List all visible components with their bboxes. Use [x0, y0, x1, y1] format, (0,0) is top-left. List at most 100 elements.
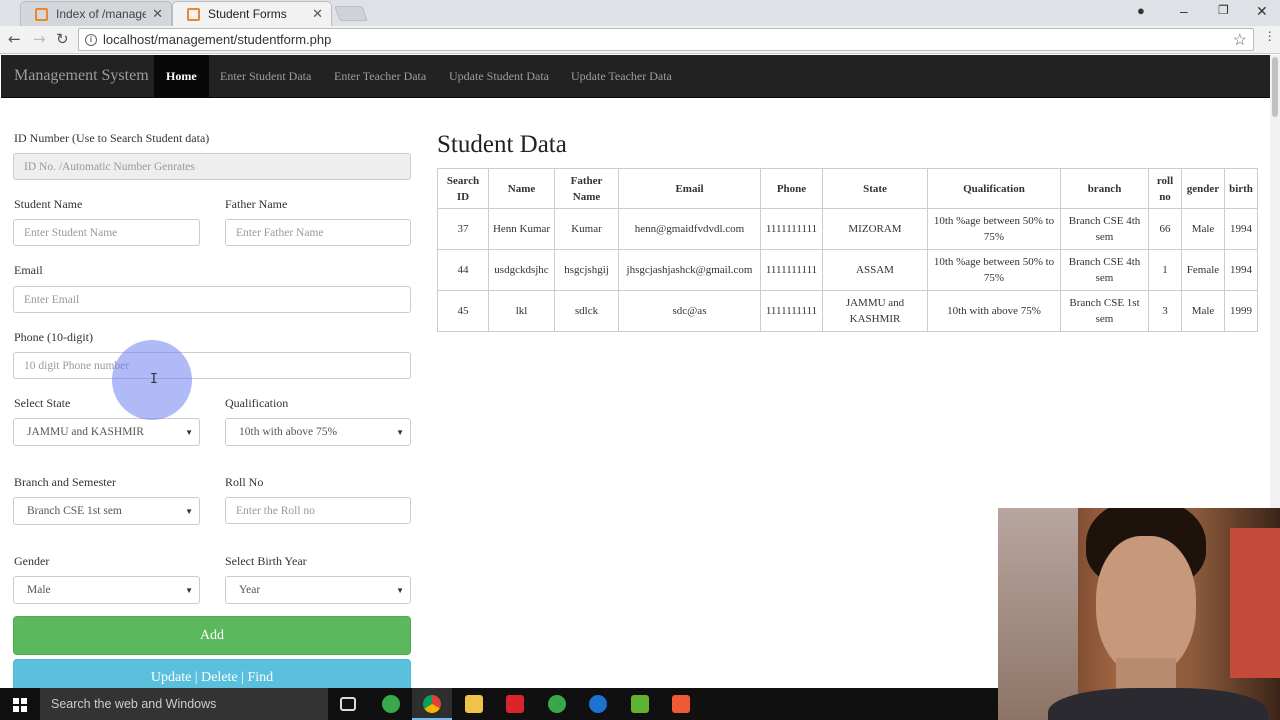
webcam-overlay: [998, 508, 1280, 720]
qualification-select[interactable]: 10th with above 75% ▼: [225, 418, 411, 446]
col-gender: gender: [1181, 168, 1225, 209]
edge-icon[interactable]: [589, 695, 607, 713]
scrollbar-thumb[interactable]: [1272, 57, 1278, 117]
cell-name: lkl: [488, 290, 555, 332]
file-explorer-icon[interactable]: [465, 695, 483, 713]
cell-state: JAMMU and KASHMIR: [822, 290, 928, 332]
col-branch: branch: [1060, 168, 1149, 209]
email-label: Email: [14, 263, 43, 277]
site-navbar: Management System Home Enter Student Dat…: [1, 55, 1270, 98]
cell-email: henn@gmaidfvdvdl.com: [618, 208, 761, 250]
col-birth: birth: [1224, 168, 1258, 209]
close-icon[interactable]: ✕: [312, 6, 323, 22]
task-view-icon[interactable]: [340, 697, 356, 711]
cell-gender: Male: [1181, 208, 1225, 250]
col-name: Name: [488, 168, 555, 209]
cell-roll-no: 3: [1148, 290, 1182, 332]
caret-down-icon: ▼: [185, 586, 193, 595]
id-label: ID Number (Use to Search Student data): [14, 131, 210, 145]
close-icon[interactable]: ✕: [152, 6, 163, 22]
forward-arrow-icon[interactable]: →: [33, 30, 46, 48]
webcam-background-wall: [998, 508, 1078, 720]
bookmark-star-icon[interactable]: ☆: [1233, 30, 1247, 50]
cell-qualification: 10th %age between 50% to 75%: [927, 208, 1061, 250]
chrome-icon[interactable]: [423, 695, 441, 713]
roll-input[interactable]: Enter the Roll no: [225, 497, 411, 524]
col-state: State: [822, 168, 928, 209]
address-bar[interactable]: i localhost/management/studentform.php ☆: [78, 28, 1254, 51]
url-text: localhost/management/studentform.php: [103, 32, 332, 47]
browser-tab-strip: Index of /management/ ✕ Student Forms ✕ …: [0, 0, 1280, 26]
cell-birth: 1999: [1224, 290, 1258, 332]
tab-index-of-management[interactable]: Index of /management/ ✕: [20, 1, 172, 26]
presenter-face: [1096, 536, 1196, 676]
maximize-button[interactable]: ❐: [1218, 3, 1229, 17]
caret-down-icon: ▼: [185, 428, 193, 437]
close-window-button[interactable]: ✕: [1256, 3, 1268, 20]
taskbar-search-box[interactable]: Search the web and Windows: [40, 688, 328, 720]
new-tab-button[interactable]: [334, 6, 368, 21]
branch-select[interactable]: Branch CSE 1st sem ▼: [13, 497, 200, 525]
roll-label: Roll No: [225, 475, 264, 489]
father-name-input[interactable]: Enter Father Name: [225, 219, 411, 246]
nav-enter-student-data[interactable]: Enter Student Data: [208, 55, 323, 98]
xampp-favicon-icon: [187, 7, 200, 21]
nav-update-student-data[interactable]: Update Student Data: [437, 55, 561, 98]
gender-select[interactable]: Male ▼: [13, 576, 200, 604]
email-placeholder: Enter Email: [24, 293, 80, 306]
student-data-table: Search ID Name Father Name Email Phone S…: [437, 168, 1258, 332]
webcam-background-poster: [1230, 528, 1280, 678]
col-roll-no: roll no: [1148, 168, 1182, 209]
chrome-menu-icon[interactable]: · · ·: [1267, 27, 1272, 49]
birth-year-select[interactable]: Year ▼: [225, 576, 411, 604]
student-name-input[interactable]: Enter Student Name: [13, 219, 200, 246]
father-name-label: Father Name: [225, 197, 288, 211]
minimize-button[interactable]: –: [1180, 3, 1188, 19]
birth-year-label: Select Birth Year: [225, 554, 307, 568]
table-row: 37 Henn Kumar Kumar henn@gmaidfvdvdl.com…: [437, 208, 1258, 250]
table-header-row: Search ID Name Father Name Email Phone S…: [437, 168, 1258, 209]
taskbar-search-text: Search the web and Windows: [51, 697, 217, 711]
reload-icon[interactable]: ↻: [56, 30, 69, 48]
email-input[interactable]: Enter Email: [13, 286, 411, 313]
brand-link[interactable]: Management System: [14, 67, 149, 85]
app-green-icon[interactable]: [382, 695, 400, 713]
camtasia-orange-icon[interactable]: [672, 695, 690, 713]
student-name-label: Student Name: [14, 197, 83, 211]
browser-toolbar: ← → ↻ i localhost/management/studentform…: [0, 26, 1280, 54]
roll-placeholder: Enter the Roll no: [236, 504, 315, 517]
caret-down-icon: ▼: [396, 586, 404, 595]
cell-state: ASSAM: [822, 249, 928, 291]
cell-name: Henn Kumar: [488, 208, 555, 250]
nav-update-teacher-data[interactable]: Update Teacher Data: [559, 55, 684, 98]
branch-value: Branch CSE 1st sem: [27, 505, 122, 517]
app-green-circle-icon[interactable]: [548, 695, 566, 713]
phone-input[interactable]: 10 digit Phone number: [13, 352, 411, 379]
xampp-favicon-icon: [35, 7, 48, 21]
cell-father-name: sdlck: [554, 290, 619, 332]
cell-search-id: 44: [437, 249, 489, 291]
cell-name: usdgckdsjhc: [488, 249, 555, 291]
windows-start-icon[interactable]: [13, 698, 27, 712]
branch-label: Branch and Semester: [14, 475, 116, 489]
id-placeholder: ID No. /Automatic Number Genrates: [24, 160, 195, 173]
col-phone: Phone: [760, 168, 823, 209]
camtasia-green-icon[interactable]: [631, 695, 649, 713]
back-arrow-icon[interactable]: ←: [8, 30, 21, 48]
caret-down-icon: ▼: [185, 507, 193, 516]
nav-home[interactable]: Home: [154, 55, 209, 98]
table-row: 44 usdgckdsjhc hsgcjshgij jhsgcjashjashc…: [437, 249, 1258, 291]
caret-down-icon: ▼: [396, 428, 404, 437]
state-value: JAMMU and KASHMIR: [27, 426, 144, 438]
qualification-label: Qualification: [225, 396, 289, 410]
nav-enter-teacher-data[interactable]: Enter Teacher Data: [322, 55, 438, 98]
info-icon[interactable]: i: [85, 33, 97, 46]
gender-label: Gender: [14, 554, 50, 568]
vivaldi-icon[interactable]: [506, 695, 524, 713]
col-email: Email: [618, 168, 761, 209]
state-select[interactable]: JAMMU and KASHMIR ▼: [13, 418, 200, 446]
tab-student-forms[interactable]: Student Forms ✕: [172, 1, 332, 26]
profile-icon[interactable]: ●: [1137, 3, 1145, 18]
presenter-shirt: [1048, 688, 1268, 720]
add-button[interactable]: Add: [13, 616, 411, 655]
